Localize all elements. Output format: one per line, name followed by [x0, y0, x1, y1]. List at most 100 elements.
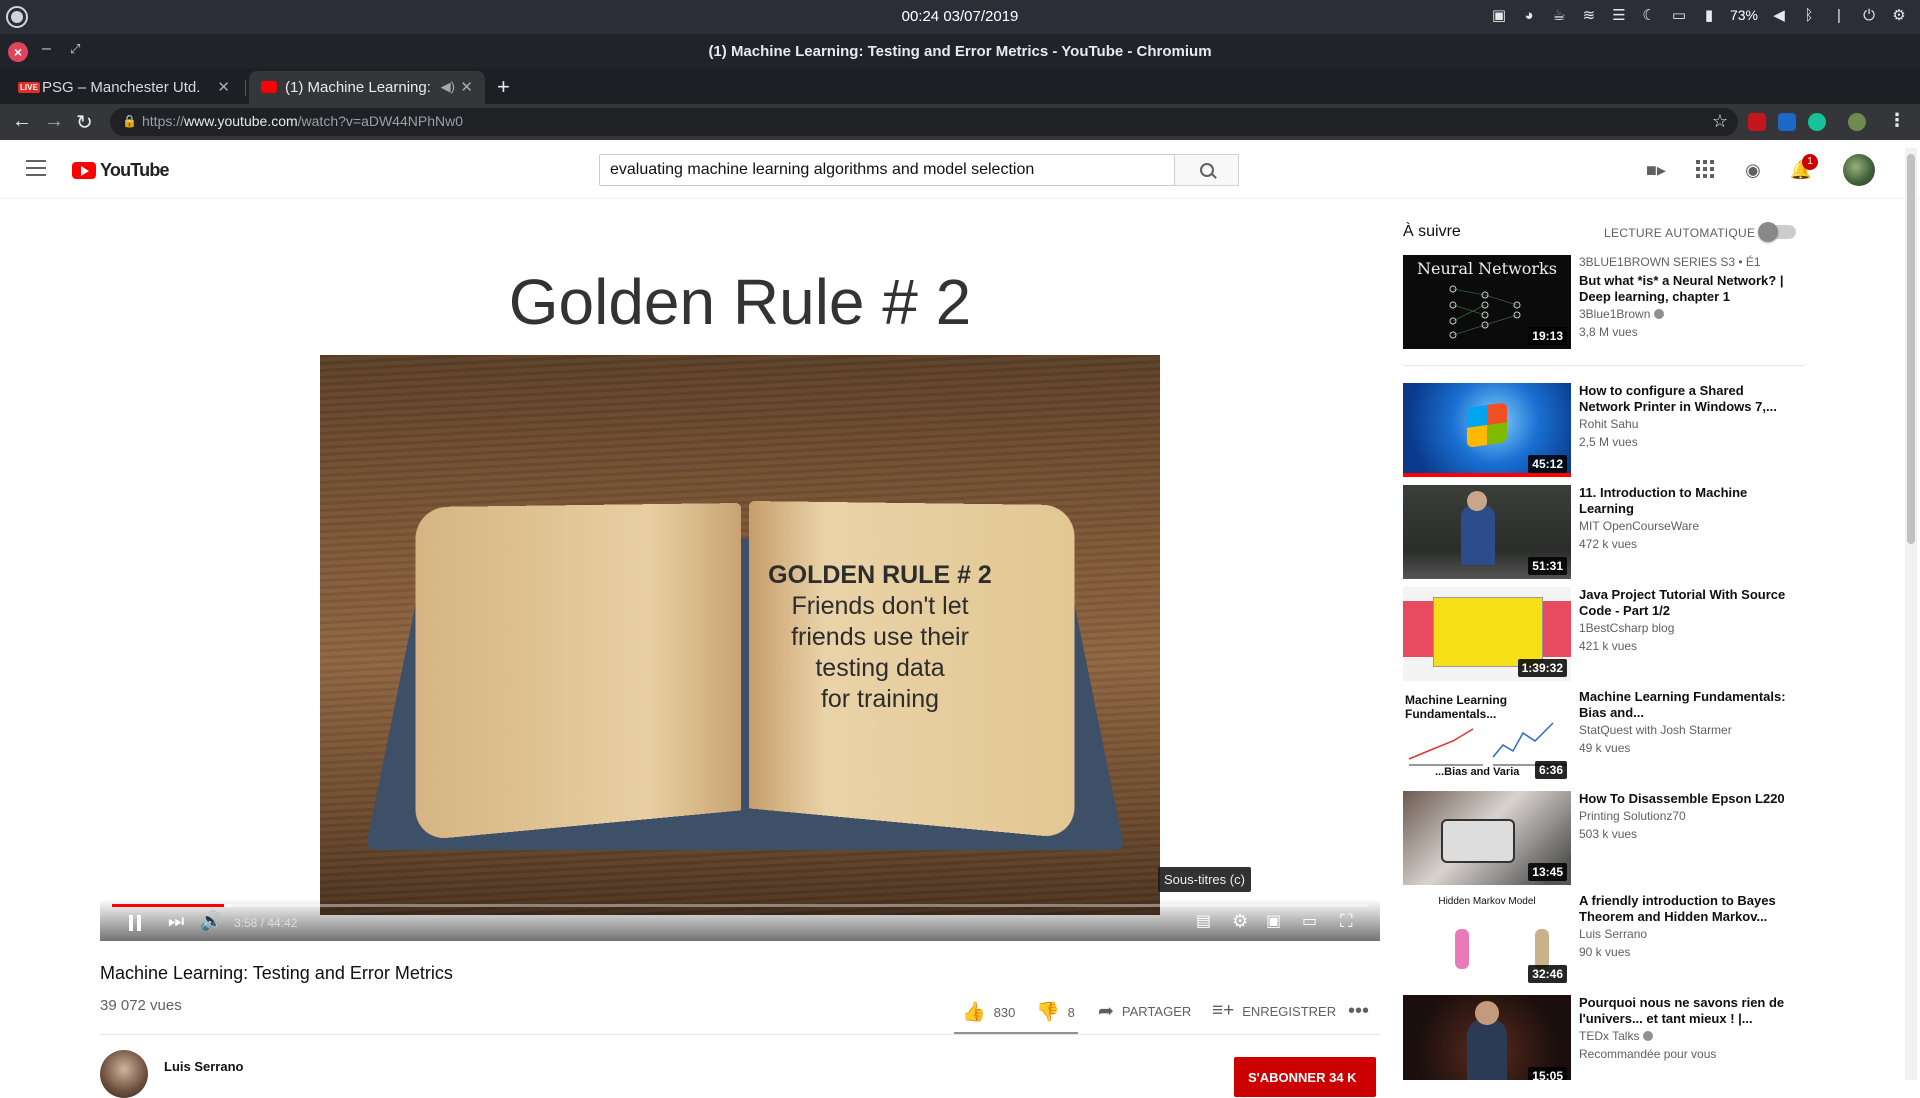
fullscreen-icon[interactable]: ⛶: [1340, 911, 1353, 932]
video-info[interactable]: How to configure a Shared Network Printe…: [1579, 383, 1789, 451]
video-title: A friendly introduction to Bayes Theorem…: [1579, 893, 1776, 924]
tab-psg-live[interactable]: LIVE PSG – Manchester Utd. liv ✕: [6, 71, 242, 104]
volume-icon[interactable]: 🔊: [200, 911, 222, 932]
power-icon[interactable]: ⏻: [1860, 6, 1878, 24]
video-info[interactable]: How To Disassemble Epson L220 Printing S…: [1579, 791, 1789, 843]
miniplayer-icon[interactable]: ▣: [1266, 911, 1281, 931]
video-thumbnail[interactable]: 51:31: [1403, 485, 1571, 579]
video-thumbnail[interactable]: Machine Learning Fundamentals... ...Bias…: [1403, 689, 1571, 783]
profile-avatar-icon[interactable]: [1848, 113, 1866, 131]
reload-icon[interactable]: ↻: [76, 110, 93, 135]
new-tab-button[interactable]: +: [497, 74, 510, 100]
recommended-video[interactable]: Hidden Markov Model 32:46 A friendly int…: [1403, 893, 1883, 989]
video-duration: 19:13: [1528, 327, 1567, 345]
page-scrollbar[interactable]: [1905, 148, 1917, 1080]
video-info[interactable]: 11. Introduction to Machine Learning MIT…: [1579, 485, 1789, 553]
video-title: Pourquoi nous ne savons rien de l'univer…: [1579, 995, 1785, 1026]
channel-name: Rohit Sahu: [1579, 417, 1639, 431]
apps-grid-icon[interactable]: [1696, 160, 1714, 178]
subscribe-button[interactable]: S'ABONNER 34 K: [1234, 1057, 1376, 1097]
page-heading: GOLDEN RULE # 2: [768, 561, 992, 589]
channel-avatar[interactable]: [100, 1050, 148, 1098]
recommended-video[interactable]: 13:45 How To Disassemble Epson L220 Prin…: [1403, 791, 1883, 887]
browser-menu-icon[interactable]: ⋮: [1888, 110, 1906, 131]
video-info[interactable]: Java Project Tutorial With Source Code -…: [1579, 587, 1789, 655]
share-button[interactable]: ➦ PARTAGER: [1098, 1000, 1191, 1023]
scrollbar-thumb[interactable]: [1907, 154, 1915, 544]
view-count: 421 k vues: [1579, 639, 1638, 653]
printer-part: [1443, 821, 1513, 861]
tab-youtube-video[interactable]: (1) Machine Learning: ◀) ✕: [249, 71, 485, 104]
os-top-bar: 00:24 03/07/2019 ▣ ◕ ☕ ≋ ☰ ☾ ▭ ▮ 73% ◀ ᛒ…: [0, 0, 1920, 34]
create-video-icon[interactable]: ■▸: [1644, 158, 1668, 182]
more-actions-icon[interactable]: •••: [1348, 1000, 1369, 1023]
channel-name[interactable]: Luis Serrano: [164, 1059, 243, 1074]
page-line: Friends don't let: [791, 592, 969, 620]
save-button[interactable]: ≡+ ENREGISTRER: [1212, 1000, 1336, 1022]
video-info[interactable]: 3BLUE1BROWN SERIES S3 • É1 But what *is*…: [1579, 255, 1789, 341]
video-thumbnail[interactable]: 1:39:32: [1403, 587, 1571, 681]
messages-icon[interactable]: ◉: [1741, 158, 1765, 182]
list-icon[interactable]: ☰: [1610, 6, 1628, 24]
settings-gear-icon[interactable]: ⚙: [1232, 911, 1248, 932]
dislike-button[interactable]: 👎 8: [1036, 1000, 1075, 1024]
tab-audio-icon[interactable]: ◀): [441, 79, 455, 95]
folder-icon[interactable]: ▭: [1670, 6, 1688, 24]
video-title: 11. Introduction to Machine Learning: [1579, 485, 1748, 516]
thumbnail-text: ...Bias and Varia: [1435, 766, 1520, 778]
youtube-logo[interactable]: YouTube: [72, 160, 170, 181]
speaker-figure: [1467, 1019, 1507, 1080]
video-player[interactable]: Golden Rule # 2 GOLDEN RULE # 2 Friends …: [100, 199, 1380, 941]
bookmark-star-icon[interactable]: ☆: [1712, 111, 1728, 132]
search-input[interactable]: evaluating machine learning algorithms a…: [599, 154, 1175, 186]
discord-icon[interactable]: ◕: [1520, 6, 1538, 24]
recommended-video[interactable]: 15:05 Pourquoi nous ne savons rien de l'…: [1403, 995, 1883, 1080]
settings-icon[interactable]: ⚙: [1890, 6, 1908, 24]
forward-arrow-icon[interactable]: →: [44, 110, 64, 133]
screen-record-icon[interactable]: ▣: [1490, 6, 1508, 24]
recommended-video[interactable]: 45:12 How to configure a Shared Network …: [1403, 383, 1883, 479]
next-video-icon[interactable]: ⏭: [168, 911, 184, 932]
ublock-extension-icon[interactable]: [1748, 113, 1766, 131]
video-duration: 45:12: [1528, 455, 1567, 473]
video-thumbnail[interactable]: 13:45: [1403, 791, 1571, 885]
video-thumbnail[interactable]: 15:05: [1403, 995, 1571, 1080]
address-url[interactable]: https://www.youtube.com/watch?v=aDW44NPh…: [142, 113, 463, 129]
video-info[interactable]: Machine Learning Fundamentals: Bias and.…: [1579, 689, 1789, 757]
video-thumbnail[interactable]: Neural Networks 19:13: [1403, 255, 1571, 349]
tab-close-icon[interactable]: ✕: [460, 78, 473, 96]
like-button[interactable]: 👍 830: [962, 1000, 1015, 1024]
search-button[interactable]: [1175, 154, 1239, 186]
video-thumbnail[interactable]: Hidden Markov Model 32:46: [1403, 893, 1571, 987]
back-arrow-icon[interactable]: ←: [12, 110, 32, 133]
video-thumbnail[interactable]: 45:12: [1403, 383, 1571, 477]
address-bar[interactable]: 🔒 https://www.youtube.com/watch?v=aDW44N…: [110, 108, 1738, 136]
cup-icon[interactable]: ☕: [1550, 6, 1568, 24]
thumbs-up-icon: 👍: [962, 1002, 986, 1023]
windows-logo-icon: [1467, 402, 1507, 448]
bluetooth-icon[interactable]: ᛒ: [1800, 6, 1818, 24]
battery-icon[interactable]: ▮: [1700, 6, 1718, 24]
progress-bar[interactable]: [112, 904, 1368, 907]
night-mode-icon[interactable]: ☾: [1640, 6, 1658, 24]
tab-close-icon[interactable]: ✕: [217, 78, 230, 96]
video-info[interactable]: A friendly introduction to Bayes Theorem…: [1579, 893, 1789, 961]
grammarly-extension-icon[interactable]: [1808, 113, 1826, 131]
volume-icon[interactable]: ◀: [1770, 6, 1788, 24]
slide-book-photo: GOLDEN RULE # 2 Friends don't let friend…: [320, 355, 1160, 915]
shield-extension-icon[interactable]: [1778, 113, 1796, 131]
theater-mode-icon[interactable]: ▭: [1302, 911, 1317, 931]
recommended-video[interactable]: 1:39:32 Java Project Tutorial With Sourc…: [1403, 587, 1883, 683]
wifi-icon[interactable]: ≋: [1580, 6, 1598, 24]
pause-button[interactable]: [128, 915, 142, 931]
account-avatar[interactable]: [1843, 154, 1875, 186]
channel-name: TEDx Talks: [1579, 1027, 1789, 1045]
video-info[interactable]: Pourquoi nous ne savons rien de l'univer…: [1579, 995, 1789, 1063]
recommended-video[interactable]: Neural Networks 19:13 3BLUE1BROWN SERIES…: [1403, 255, 1883, 351]
guide-menu-icon[interactable]: [26, 160, 46, 181]
recommended-video[interactable]: 51:31 11. Introduction to Machine Learni…: [1403, 485, 1883, 581]
lock-icon[interactable]: 🔒: [122, 114, 137, 128]
autoplay-toggle[interactable]: [1758, 222, 1796, 242]
recommended-video[interactable]: Machine Learning Fundamentals... ...Bias…: [1403, 689, 1883, 785]
subtitles-icon[interactable]: ▤: [1196, 911, 1211, 931]
